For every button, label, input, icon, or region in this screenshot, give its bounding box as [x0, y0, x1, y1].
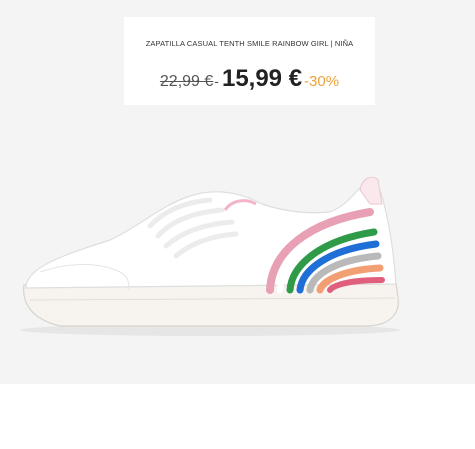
sale-price: 15,99 €	[221, 65, 303, 92]
shoe-sole	[23, 282, 399, 327]
blank-area	[0, 384, 475, 449]
price-separator: -	[214, 73, 219, 89]
product-image-area: ZAPATILLA CASUAL TENTH SMILE RAINBOW GIR…	[0, 0, 475, 384]
discount-badge: -30%	[304, 73, 340, 90]
old-price: 22,99 €	[159, 73, 214, 90]
sneaker-image	[20, 176, 400, 336]
product-title: ZAPATILLA CASUAL TENTH SMILE RAINBOW GIR…	[145, 39, 354, 48]
price-row: 22,99 € - 15,99 € -30%	[124, 65, 375, 93]
price-card: ZAPATILLA CASUAL TENTH SMILE RAINBOW GIR…	[124, 17, 375, 105]
